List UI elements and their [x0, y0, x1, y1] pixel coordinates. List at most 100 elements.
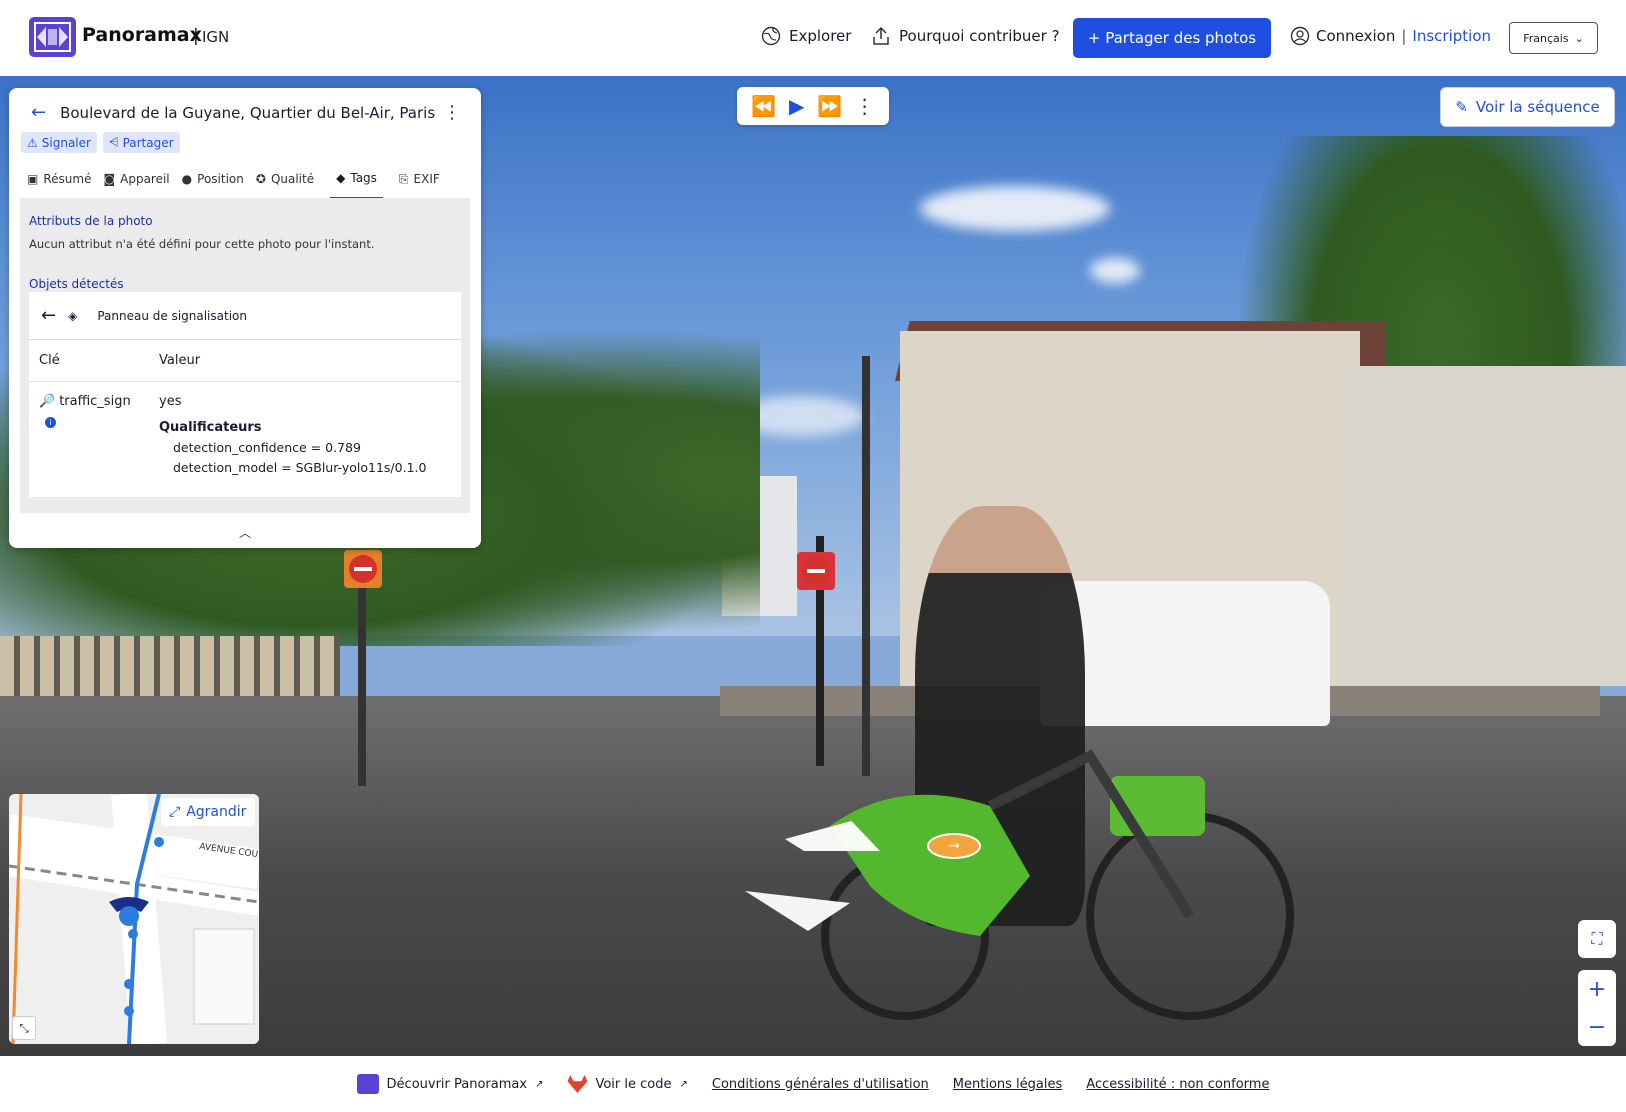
- panel-title: Boulevard de la Guyane, Quartier du Bel-…: [60, 103, 436, 122]
- qualifier-confidence: detection_confidence = 0.789: [173, 440, 361, 455]
- report-button[interactable]: ⚠ Signaler: [21, 132, 97, 153]
- brand-name[interactable]: Panoramax: [82, 24, 202, 46]
- exif-icon: ⎘: [398, 171, 409, 186]
- panoramax-logo-icon: [356, 1074, 379, 1094]
- nav-why-link[interactable]: Pourquoi contribuer ?: [871, 26, 1060, 46]
- language-select[interactable]: Français ⌄: [1509, 22, 1598, 54]
- tag-value-cell: yes Qualificateurs detection_confidence …: [159, 394, 461, 475]
- legal-link[interactable]: Mentions légales: [953, 1077, 1062, 1092]
- fast-forward-icon[interactable]: ⏩: [817, 96, 842, 116]
- detected-object-card: ← ◈ Panneau de signalisation Clé Valeur …: [29, 292, 461, 497]
- tag-value: yes: [159, 394, 182, 409]
- signup-link[interactable]: Inscription: [1412, 27, 1491, 45]
- photo-cloud: [1090, 258, 1140, 283]
- view-sequence-button[interactable]: ✎ Voir la séquence: [1440, 87, 1615, 127]
- photo-cloud: [920, 186, 1110, 231]
- tab-exif[interactable]: ⎘ EXIF: [393, 166, 446, 199]
- tag-key-cell: 🔎 traffic_sign i: [29, 394, 159, 475]
- tab-quality-label: Qualité: [270, 172, 315, 186]
- minimap[interactable]: AVENUE COU ⤢ Agrandir ⤡: [9, 794, 259, 1044]
- tab-tags-label: Tags: [350, 171, 377, 185]
- chevron-down-icon: ⌄: [1574, 31, 1584, 45]
- table-key-header: Clé: [39, 353, 60, 368]
- login-separator: |: [1401, 27, 1407, 45]
- detected-object-header: ← ◈ Panneau de signalisation: [29, 292, 461, 340]
- tab-device[interactable]: ◙ Appareil: [97, 166, 175, 199]
- tag-table-header: Clé Valeur: [29, 340, 461, 382]
- expand-icon: ⤢: [169, 804, 181, 820]
- view-code-link[interactable]: Voir le code ↗: [567, 1075, 688, 1093]
- table-row: 🔎 traffic_sign i yes Qualificateurs dete…: [29, 382, 461, 475]
- panel-tabs: ▣ Résumé ◙ Appareil ● Position ✪ Qualité ◆ Ta…: [21, 166, 446, 199]
- more-vertical-icon[interactable]: ⋮: [855, 96, 875, 116]
- tab-quality[interactable]: ✪ Qualité: [250, 166, 320, 199]
- table-value-header: Valeur: [159, 353, 201, 368]
- photo-details-panel: ← Boulevard de la Guyane, Quartier du Be…: [9, 88, 481, 548]
- tab-position-label: Position: [197, 172, 244, 186]
- login-link[interactable]: Connexion: [1316, 27, 1395, 45]
- shrink-map-icon[interactable]: ⤡: [12, 1016, 36, 1040]
- share-icon: ⩤: [108, 135, 119, 149]
- detected-traffic-sign-red[interactable]: [797, 552, 835, 590]
- direction-arrow-icon[interactable]: →: [927, 833, 981, 859]
- tab-device-label: Appareil: [120, 172, 170, 186]
- globe-icon: [761, 26, 781, 46]
- arrow-left-icon[interactable]: ←: [31, 102, 46, 123]
- brand-separator: |: [193, 26, 199, 46]
- brand-org: IGN: [202, 28, 230, 46]
- warning-icon: ⚠: [27, 135, 38, 150]
- report-label: Signaler: [41, 135, 91, 150]
- share-photos-label: + Partager des photos: [1087, 29, 1257, 47]
- chevron-up-icon[interactable]: ︿: [239, 524, 251, 541]
- share-photos-button[interactable]: + Partager des photos: [1073, 18, 1271, 58]
- external-link-icon: ↗: [535, 1078, 544, 1090]
- image-icon: ▣: [27, 172, 39, 186]
- detected-object-name: Panneau de signalisation: [97, 308, 247, 323]
- expand-map-button[interactable]: ⤢ Agrandir: [161, 798, 255, 826]
- user-circle-icon: [1290, 26, 1310, 46]
- tag-key: traffic_sign: [59, 394, 131, 409]
- rewind-icon[interactable]: ⏪: [751, 96, 776, 116]
- view-sequence-label: Voir la séquence: [1475, 98, 1600, 116]
- photo-pole: [358, 556, 366, 786]
- nav-explore-link[interactable]: Explorer: [761, 26, 851, 46]
- tab-tags[interactable]: ◆ Tags: [330, 166, 383, 199]
- tab-exif-label: EXIF: [413, 172, 440, 186]
- tab-summary-label: Résumé: [43, 172, 92, 186]
- zoom-in-icon[interactable]: +: [1578, 970, 1616, 1008]
- more-vertical-icon[interactable]: ⋮: [443, 102, 461, 123]
- view-code-label: Voir le code: [595, 1076, 672, 1092]
- photo-pole: [862, 356, 870, 776]
- gitlab-icon: [567, 1075, 588, 1093]
- detected-traffic-sign-orange[interactable]: [344, 550, 382, 588]
- terms-link[interactable]: Conditions générales d'utilisation: [712, 1077, 929, 1092]
- share-button[interactable]: ⩤ Partager: [102, 132, 180, 153]
- search-tag-icon[interactable]: 🔎: [39, 394, 55, 409]
- fullscreen-icon[interactable]: ⛶: [1578, 920, 1616, 958]
- minimap-canvas: [9, 794, 259, 1044]
- photo-railing: [0, 636, 340, 696]
- camera-icon: ◙: [103, 172, 116, 186]
- arrow-left-icon[interactable]: ←: [41, 305, 56, 326]
- discover-panoramax-link[interactable]: Découvrir Panoramax ↗: [356, 1074, 544, 1094]
- external-link-icon: ↗: [679, 1078, 688, 1090]
- zoom-out-icon[interactable]: −: [1578, 1008, 1616, 1046]
- tab-summary[interactable]: ▣ Résumé: [21, 166, 97, 199]
- nav-explore-label: Explorer: [789, 27, 852, 45]
- road-sign-icon: ◈: [68, 308, 78, 323]
- expand-map-label: Agrandir: [186, 804, 247, 820]
- accessibility-link[interactable]: Accessibilité : non conforme: [1086, 1077, 1269, 1092]
- panoramax-logo-icon[interactable]: [29, 17, 76, 57]
- info-icon[interactable]: i: [45, 417, 56, 428]
- medal-icon: ✪: [255, 172, 266, 186]
- panel-header: ← Boulevard de la Guyane, Quartier du Be…: [31, 102, 435, 123]
- map-pin-icon: ●: [181, 172, 193, 186]
- upload-icon: [873, 26, 889, 45]
- pencil-icon: ✎: [1455, 98, 1468, 116]
- photo-building: [1340, 366, 1626, 686]
- play-icon[interactable]: ▶: [789, 96, 804, 116]
- share-label: Partager: [122, 135, 174, 150]
- zoom-controls: + −: [1578, 970, 1616, 1046]
- tab-position[interactable]: ● Position: [176, 166, 250, 199]
- attributes-text: Aucun attribut n'a été défini pour cette…: [29, 237, 375, 251]
